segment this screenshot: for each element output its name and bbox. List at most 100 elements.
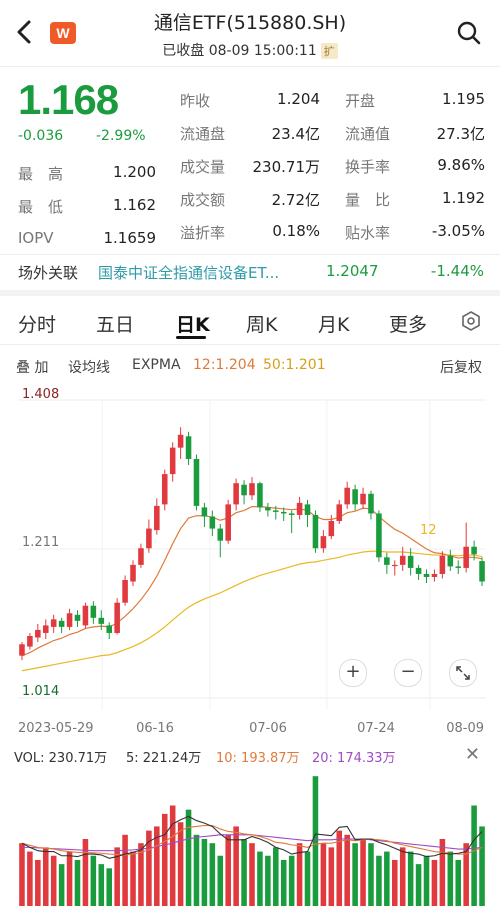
page-title: 通信ETF(515880.SH) bbox=[153, 12, 347, 34]
candle-body bbox=[344, 487, 350, 505]
candle-body bbox=[225, 504, 231, 541]
quote-value: 1.195 bbox=[442, 90, 485, 108]
candle-body bbox=[439, 555, 446, 574]
candle-body bbox=[431, 573, 438, 577]
price-change: -0.036 bbox=[18, 128, 64, 144]
overlay-button[interactable]: 叠 加 bbox=[16, 357, 48, 377]
volume-bar bbox=[288, 855, 295, 906]
fullscreen-icon[interactable] bbox=[449, 659, 477, 687]
zoom-in-icon[interactable]: + bbox=[339, 659, 367, 687]
expand-badge[interactable]: 扩 bbox=[320, 43, 338, 59]
divider bbox=[0, 254, 500, 255]
quote-value: -3.05% bbox=[431, 222, 485, 240]
candle-body bbox=[336, 504, 343, 522]
candle-body bbox=[455, 566, 462, 568]
candle-body bbox=[407, 555, 414, 568]
volume-bar bbox=[233, 826, 239, 906]
volume-bar bbox=[169, 805, 176, 906]
ema50-value: 50:1.201 bbox=[263, 357, 326, 373]
candle-body bbox=[106, 625, 112, 633]
quote-value: 9.86% bbox=[437, 156, 485, 174]
volume-bar bbox=[185, 809, 192, 906]
candle-body bbox=[209, 516, 216, 529]
quote-value: 1.204 bbox=[277, 90, 320, 108]
candle-body bbox=[122, 580, 128, 603]
expma-label[interactable]: EXPMA bbox=[132, 357, 181, 373]
candlestick-chart[interactable]: 1.408 1.211 1.014 2023-05-29 06-16 07-06 07-24… bbox=[0, 380, 500, 740]
volume-bar bbox=[50, 855, 57, 906]
quote-label: 昨收 bbox=[180, 92, 211, 110]
volume-bar bbox=[463, 843, 469, 906]
candle-body bbox=[273, 510, 279, 512]
volume-bar bbox=[241, 839, 247, 906]
zoom-out-icon[interactable]: − bbox=[394, 659, 422, 687]
volume-bar bbox=[439, 839, 446, 906]
volume-bar bbox=[66, 851, 73, 906]
candle-body bbox=[201, 507, 208, 517]
quote-label: 换手率 bbox=[345, 158, 391, 176]
volume-bar bbox=[399, 847, 406, 906]
volume-bar bbox=[360, 839, 366, 906]
divider bbox=[0, 344, 500, 345]
volume-bar bbox=[249, 843, 255, 906]
tab-0[interactable]: 分时 bbox=[18, 310, 56, 337]
tab-3[interactable]: 周K bbox=[246, 310, 277, 337]
volume-bar bbox=[265, 855, 271, 906]
quote-value: 23.4亿 bbox=[271, 125, 320, 143]
y-label-bottom: 1.014 bbox=[22, 684, 59, 699]
candle-body bbox=[288, 513, 295, 515]
quote-value: 27.3亿 bbox=[436, 125, 485, 143]
volume-bar bbox=[431, 859, 438, 906]
candle-body bbox=[376, 513, 382, 558]
vol-label: VOL: 230.71万 bbox=[14, 751, 108, 766]
candle-body bbox=[58, 620, 65, 627]
volume-bar bbox=[193, 834, 200, 906]
candle-body bbox=[98, 617, 105, 624]
ema12-value: 12:1.204 bbox=[193, 357, 256, 373]
price-change-pct: -2.99% bbox=[96, 128, 146, 144]
candle-body bbox=[217, 528, 224, 541]
volume-bar bbox=[368, 843, 374, 906]
quote-value: 1.192 bbox=[442, 189, 485, 207]
candle-body bbox=[320, 536, 327, 549]
vol-ma5: 5: 221.24万 bbox=[126, 751, 202, 766]
search-icon[interactable] bbox=[456, 20, 482, 50]
ma-setting-button[interactable]: 设均线 bbox=[68, 357, 110, 377]
ema-label: 12 bbox=[420, 523, 437, 538]
related-pct: -1.44% bbox=[430, 262, 484, 280]
volume-bar bbox=[415, 864, 422, 906]
volume-bar bbox=[225, 834, 231, 906]
related-fund-link[interactable]: 国泰中证全指通信设备ET... bbox=[98, 262, 279, 283]
volume-bar bbox=[344, 834, 350, 906]
volume-bar bbox=[74, 859, 81, 906]
volume-bar bbox=[376, 855, 382, 906]
y-label-top: 1.408 bbox=[22, 387, 59, 402]
tab-2[interactable]: 日K bbox=[176, 310, 210, 337]
volume-bar bbox=[320, 843, 327, 906]
last-price: 1.168 bbox=[18, 76, 119, 123]
tab-1[interactable]: 五日 bbox=[96, 310, 134, 337]
x-tick-label: 06-16 bbox=[136, 721, 174, 736]
candle-body bbox=[161, 474, 168, 505]
active-tab-indicator bbox=[176, 336, 206, 339]
candle-body bbox=[177, 434, 184, 448]
quote-label: 流通盘 bbox=[180, 125, 226, 143]
volume-bar bbox=[280, 859, 287, 906]
candle-body bbox=[154, 505, 160, 531]
candle-body bbox=[312, 514, 319, 549]
volume-bar bbox=[384, 851, 390, 906]
tab-4[interactable]: 月K bbox=[318, 310, 349, 337]
adjust-button[interactable]: 后复权 bbox=[440, 357, 482, 377]
settings-icon[interactable] bbox=[460, 310, 482, 336]
volume-chart[interactable] bbox=[0, 766, 500, 911]
volume-bar bbox=[455, 859, 462, 906]
tab-5[interactable]: 更多 bbox=[389, 310, 427, 337]
volume-bar bbox=[304, 851, 311, 906]
volume-bar bbox=[312, 776, 319, 906]
quote-value: 1.200 bbox=[113, 163, 156, 181]
quote-label: 最 高 bbox=[18, 165, 64, 183]
header-bar: W 通信ETF(515880.SH) 已收盘 08-09 15:00:11 扩 bbox=[0, 0, 500, 68]
close-icon[interactable]: ✕ bbox=[465, 744, 480, 765]
volume-bar bbox=[209, 843, 216, 906]
quote-label: 贴水率 bbox=[345, 224, 391, 242]
